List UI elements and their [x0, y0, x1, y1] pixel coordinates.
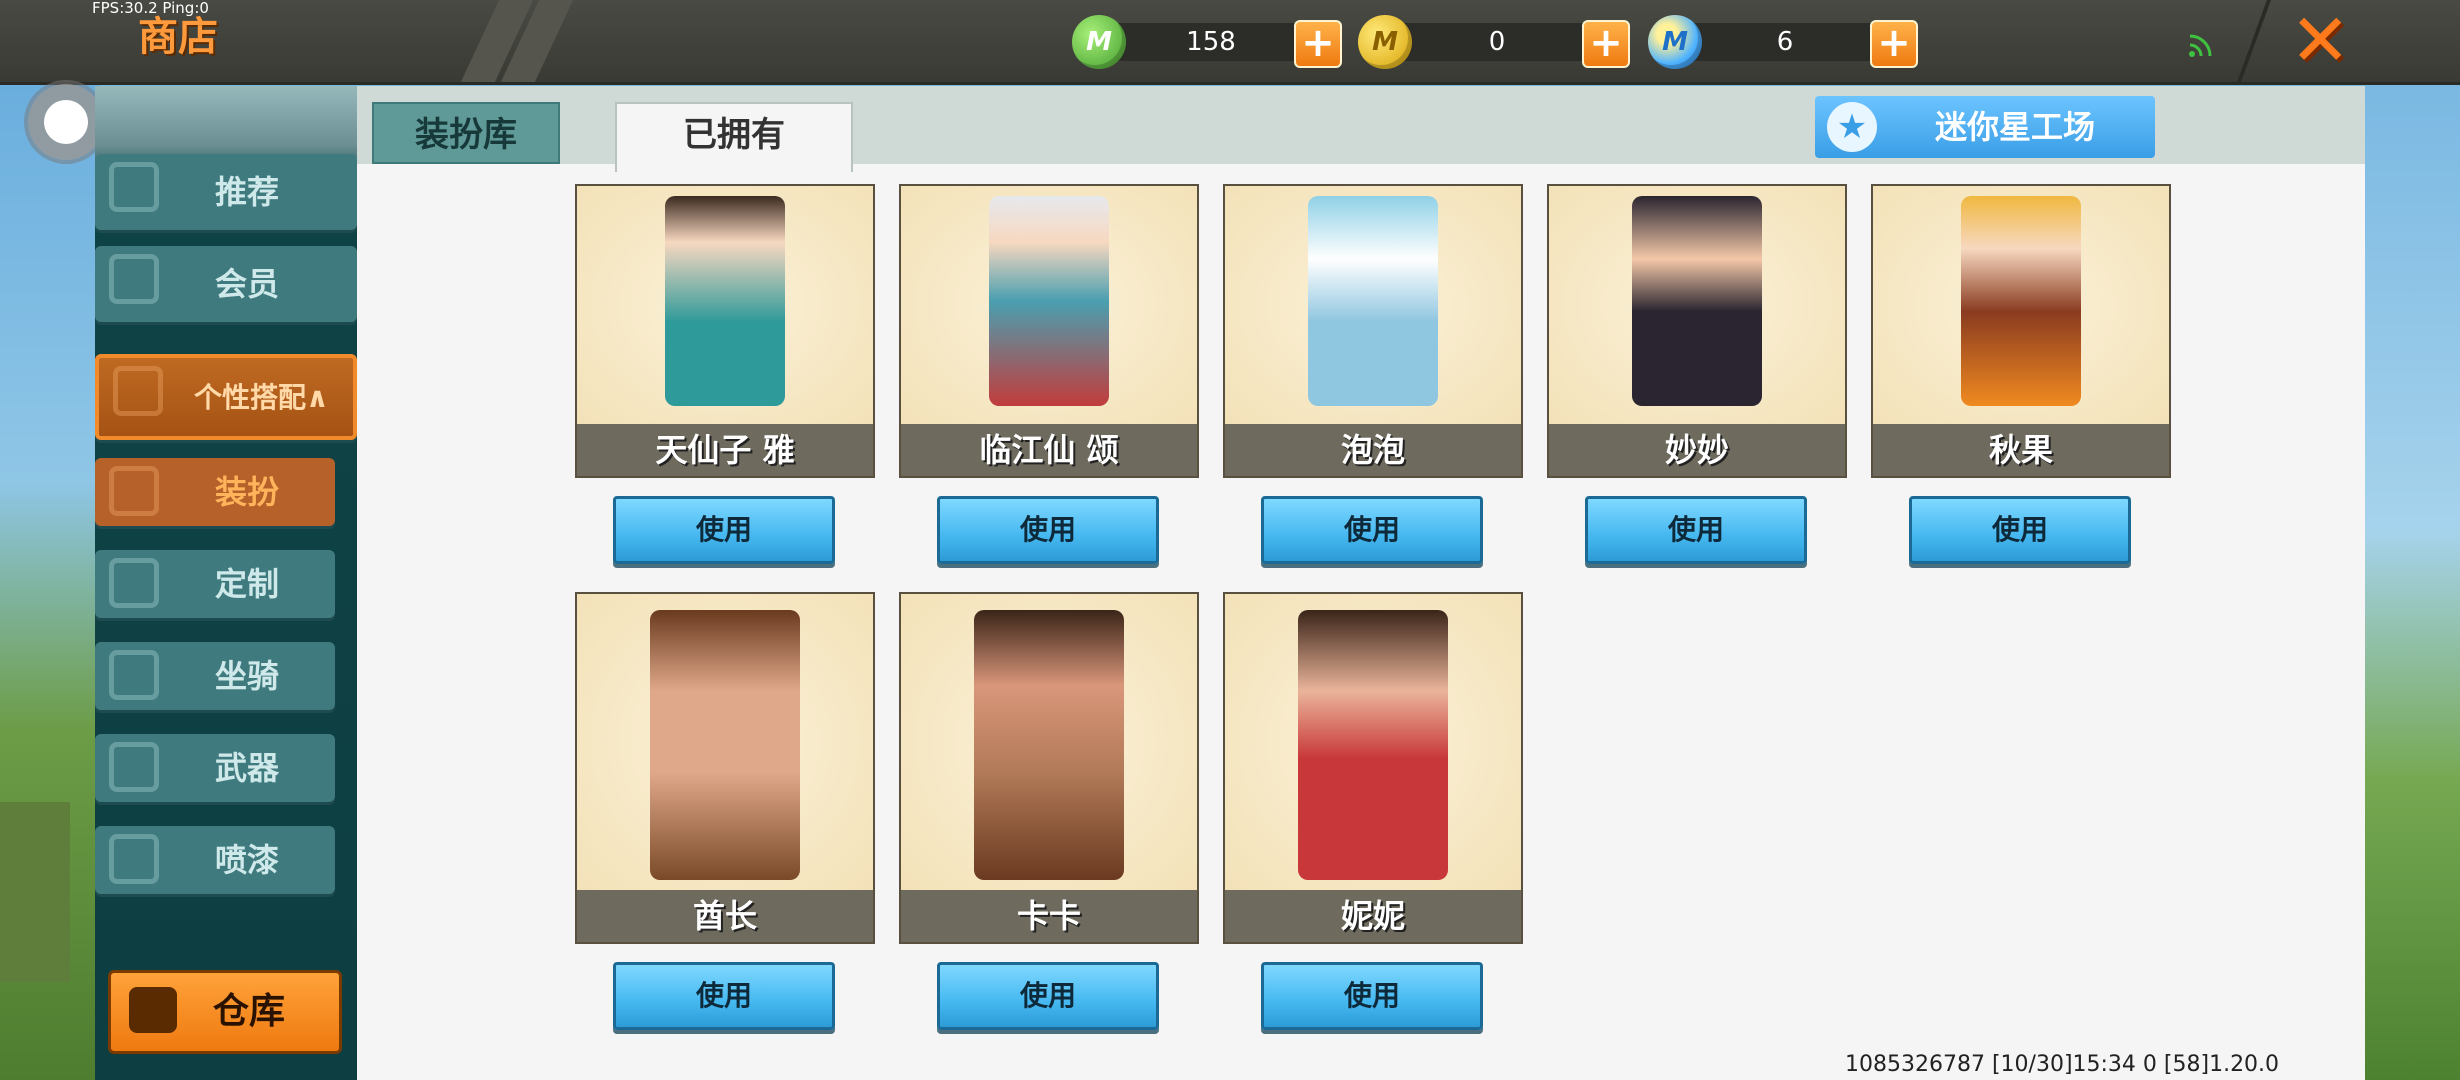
add-mini-coin-button[interactable]: + [1870, 20, 1918, 68]
skin-art [901, 186, 1197, 424]
skin-art [1225, 186, 1521, 424]
sidebar-item-weapon[interactable]: 武器 [95, 734, 335, 802]
warehouse-button[interactable]: 仓库 [108, 970, 342, 1054]
sidebar-item-label: 定制 [215, 565, 280, 603]
trophy-icon [113, 366, 163, 416]
tab-outfit-library[interactable]: 装扮库 [372, 102, 560, 164]
skin-card[interactable]: 酋长 [575, 592, 875, 944]
mini-coin-icon: M [1648, 15, 1702, 69]
top-bar: FPS:30.2 Ping:0 商店 158 M + 0 M + 6 M + ✕ [0, 0, 2460, 85]
mini-workshop-button[interactable]: ★ 迷你星工场 [1815, 96, 2155, 158]
record-button[interactable] [28, 84, 104, 160]
sidebar-item-spray[interactable]: 喷漆 [95, 826, 335, 894]
green-gem-icon: M [1072, 15, 1126, 69]
skin-name: 酋长 [577, 890, 873, 942]
sidebar-item-label: 个性搭配∧ [194, 381, 329, 414]
currency-amount-mini: 6 [1680, 23, 1890, 61]
sidebar-item-vip[interactable]: 会员 [95, 246, 357, 322]
skin-card[interactable]: 泡泡 [1223, 184, 1523, 478]
use-button[interactable]: 使用 [613, 962, 835, 1030]
sidebar-item-label: 会员 [215, 265, 280, 303]
skin-card[interactable]: 卡卡 [899, 592, 1199, 944]
skin-name: 妮妮 [1225, 890, 1521, 942]
skin-card[interactable]: 秋果 [1871, 184, 2171, 478]
main-panel: 装扮库 已拥有 ★ 迷你星工场 天仙子 雅 临江仙 颂 泡泡 妙妙 秋果 使用 … [357, 86, 2365, 1080]
skin-name: 临江仙 颂 [901, 424, 1197, 476]
skin-name: 泡泡 [1225, 424, 1521, 476]
character-figure [1308, 196, 1438, 406]
mount-icon [109, 650, 159, 700]
build-info-text: 1085326787 [10/30]15:34 0 [58]1.20.0 [1845, 1052, 2280, 1077]
add-green-gem-button[interactable]: + [1294, 20, 1342, 68]
gun-icon [109, 742, 159, 792]
workshop-label: 迷你星工场 [1935, 108, 2096, 146]
use-button[interactable]: 使用 [1261, 962, 1483, 1030]
character-figure [1298, 610, 1448, 880]
sidebar-item-label: 装扮 [215, 473, 280, 511]
tab-owned[interactable]: 已拥有 [615, 102, 853, 172]
skin-art [1873, 186, 2169, 424]
skin-name: 卡卡 [901, 890, 1197, 942]
skin-name: 秋果 [1873, 424, 2169, 476]
use-button[interactable]: 使用 [937, 496, 1159, 564]
add-gold-coin-button[interactable]: + [1582, 20, 1630, 68]
skin-art [901, 594, 1197, 890]
character-figure [1632, 196, 1762, 406]
background-scenery-right [2365, 82, 2460, 1080]
skin-card[interactable]: 妙妙 [1547, 184, 1847, 478]
gold-coin-icon: M [1358, 15, 1412, 69]
sidebar-item-outfit[interactable]: 装扮 [95, 458, 335, 526]
star-icon: ★ [1827, 102, 1877, 152]
currency-amount-green: 158 [1106, 23, 1316, 61]
use-button[interactable]: 使用 [1909, 496, 2131, 564]
sidebar-item-label: 推荐 [215, 173, 280, 211]
shirt-icon [109, 466, 159, 516]
character-figure [974, 610, 1124, 880]
page-title: 商店 [138, 14, 218, 60]
sidebar-item-custom[interactable]: 定制 [95, 550, 335, 618]
category-sidebar: 推荐 会员 个性搭配∧ 装扮 定制 坐骑 武器 喷漆 [95, 86, 357, 1080]
sidebar-item-label: 武器 [215, 749, 280, 787]
currency-amount-gold: 0 [1392, 23, 1602, 61]
sidebar-item-label: 喷漆 [215, 841, 280, 879]
skin-art [577, 594, 873, 890]
block-decoration [0, 802, 70, 982]
character-figure [665, 196, 785, 406]
character-figure [1961, 196, 2081, 406]
use-button[interactable]: 使用 [937, 962, 1159, 1030]
panel-header: 装扮库 已拥有 ★ 迷你星工场 [357, 86, 2365, 172]
close-button[interactable]: ✕ [2290, 4, 2350, 76]
separator [2237, 0, 2271, 82]
thumbs-up-icon [109, 162, 159, 212]
skin-art [577, 186, 873, 424]
skin-card[interactable]: 临江仙 颂 [899, 184, 1199, 478]
background-scenery-left [0, 82, 100, 1080]
use-button[interactable]: 使用 [1585, 496, 1807, 564]
sidebar-item-personal-style[interactable]: 个性搭配∧ [95, 354, 357, 440]
signal-icon [2186, 30, 2216, 60]
skin-name: 妙妙 [1549, 424, 1845, 476]
skin-art [1549, 186, 1845, 424]
character-figure [650, 610, 800, 880]
vip-icon [109, 254, 159, 304]
sidebar-item-label: 坐骑 [215, 657, 280, 695]
skin-card[interactable]: 天仙子 雅 [575, 184, 875, 478]
skin-card[interactable]: 妮妮 [1223, 592, 1523, 944]
spray-can-icon [109, 834, 159, 884]
pencil-icon [109, 558, 159, 608]
sidebar-item-mount[interactable]: 坐骑 [95, 642, 335, 710]
skin-name: 天仙子 雅 [577, 424, 873, 476]
sidebar-item-recommend[interactable]: 推荐 [95, 154, 357, 230]
skin-art [1225, 594, 1521, 890]
chest-icon [129, 987, 177, 1033]
use-button[interactable]: 使用 [1261, 496, 1483, 564]
warehouse-label: 仓库 [213, 991, 286, 1032]
use-button[interactable]: 使用 [613, 496, 835, 564]
character-figure [989, 196, 1109, 406]
